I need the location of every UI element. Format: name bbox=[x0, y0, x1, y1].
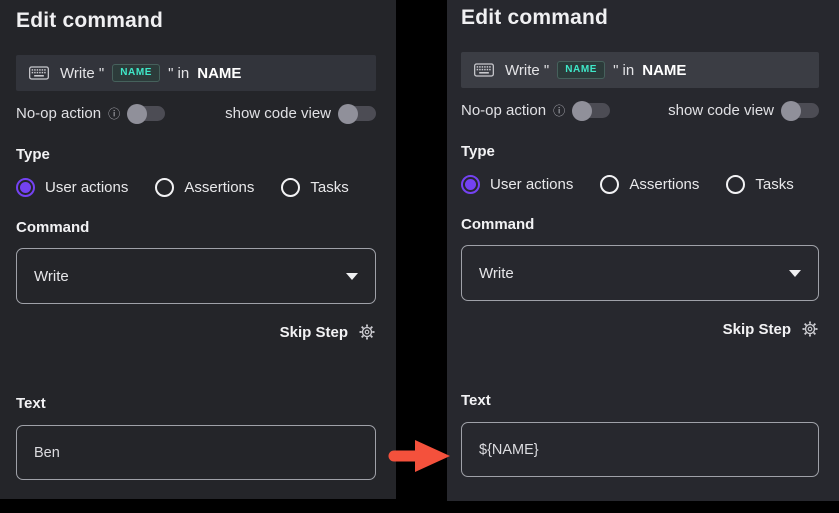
radio-circle-icon bbox=[600, 175, 619, 194]
type-label: Type bbox=[461, 143, 819, 160]
show-code-view-toggle[interactable] bbox=[340, 106, 376, 121]
radio-label: Assertions bbox=[629, 176, 699, 193]
command-preview-bar: Write " NAME " in NAME bbox=[16, 55, 376, 91]
keyboard-icon bbox=[474, 63, 494, 77]
radio-assertions[interactable]: Assertions bbox=[155, 178, 254, 197]
chevron-down-icon bbox=[346, 273, 358, 280]
skip-step-label: Skip Step bbox=[280, 324, 348, 341]
command-select[interactable]: Write bbox=[461, 245, 819, 301]
radio-label: Assertions bbox=[184, 179, 254, 196]
command-preview-middle: " in bbox=[613, 62, 634, 79]
radio-circle-icon bbox=[726, 175, 745, 194]
radio-label: Tasks bbox=[755, 176, 793, 193]
radio-tasks[interactable]: Tasks bbox=[726, 175, 793, 194]
radio-label: User actions bbox=[45, 179, 128, 196]
gear-icon[interactable] bbox=[358, 323, 376, 341]
noop-action-label: No-op action bbox=[16, 105, 101, 122]
radio-user-actions[interactable]: User actions bbox=[16, 178, 128, 197]
chevron-down-icon bbox=[789, 270, 801, 277]
edit-command-panel-before: Edit command Write " NAME " in NAME bbox=[0, 0, 396, 499]
command-label: Command bbox=[16, 219, 376, 236]
gear-icon[interactable] bbox=[801, 320, 819, 338]
noop-action-label: No-op action bbox=[461, 102, 546, 119]
command-preview-prefix: Write " bbox=[60, 65, 104, 82]
type-label: Type bbox=[16, 146, 376, 163]
command-preview-target: NAME bbox=[197, 65, 241, 82]
noop-action-toggle[interactable] bbox=[574, 103, 610, 118]
radio-circle-icon bbox=[16, 178, 35, 197]
dialog-title: Edit command bbox=[16, 8, 376, 34]
text-input[interactable] bbox=[16, 425, 376, 480]
info-icon: ⓘ bbox=[108, 105, 120, 122]
command-select-value: Write bbox=[34, 268, 69, 285]
info-icon: ⓘ bbox=[553, 102, 565, 119]
command-label: Command bbox=[461, 216, 819, 233]
type-radio-group: User actions Assertions Tasks bbox=[16, 178, 376, 197]
radio-circle-icon bbox=[281, 178, 300, 197]
radio-circle-icon bbox=[461, 175, 480, 194]
right-arrow-icon bbox=[386, 437, 454, 475]
show-code-view-label: show code view bbox=[668, 102, 774, 119]
radio-label: User actions bbox=[490, 176, 573, 193]
command-preview-target: NAME bbox=[642, 62, 686, 79]
text-label: Text bbox=[16, 395, 376, 412]
keyboard-icon bbox=[29, 66, 49, 80]
command-select-value: Write bbox=[479, 265, 514, 282]
command-preview-bar: Write " NAME " in NAME bbox=[461, 52, 819, 88]
command-select[interactable]: Write bbox=[16, 248, 376, 304]
dialog-title: Edit command bbox=[461, 5, 819, 31]
skip-step-label: Skip Step bbox=[723, 321, 791, 338]
text-label: Text bbox=[461, 392, 819, 409]
radio-label: Tasks bbox=[310, 179, 348, 196]
variable-badge: NAME bbox=[557, 61, 605, 79]
show-code-view-toggle[interactable] bbox=[783, 103, 819, 118]
command-preview-prefix: Write " bbox=[505, 62, 549, 79]
radio-circle-icon bbox=[155, 178, 174, 197]
radio-user-actions[interactable]: User actions bbox=[461, 175, 573, 194]
text-input[interactable] bbox=[461, 422, 819, 477]
noop-action-toggle[interactable] bbox=[129, 106, 165, 121]
radio-tasks[interactable]: Tasks bbox=[281, 178, 348, 197]
show-code-view-label: show code view bbox=[225, 105, 331, 122]
type-radio-group: User actions Assertions Tasks bbox=[461, 175, 819, 194]
edit-command-panel-after: Edit command Write " NAME " in NAME bbox=[447, 0, 839, 501]
variable-badge: NAME bbox=[112, 64, 160, 82]
command-preview-middle: " in bbox=[168, 65, 189, 82]
radio-assertions[interactable]: Assertions bbox=[600, 175, 699, 194]
